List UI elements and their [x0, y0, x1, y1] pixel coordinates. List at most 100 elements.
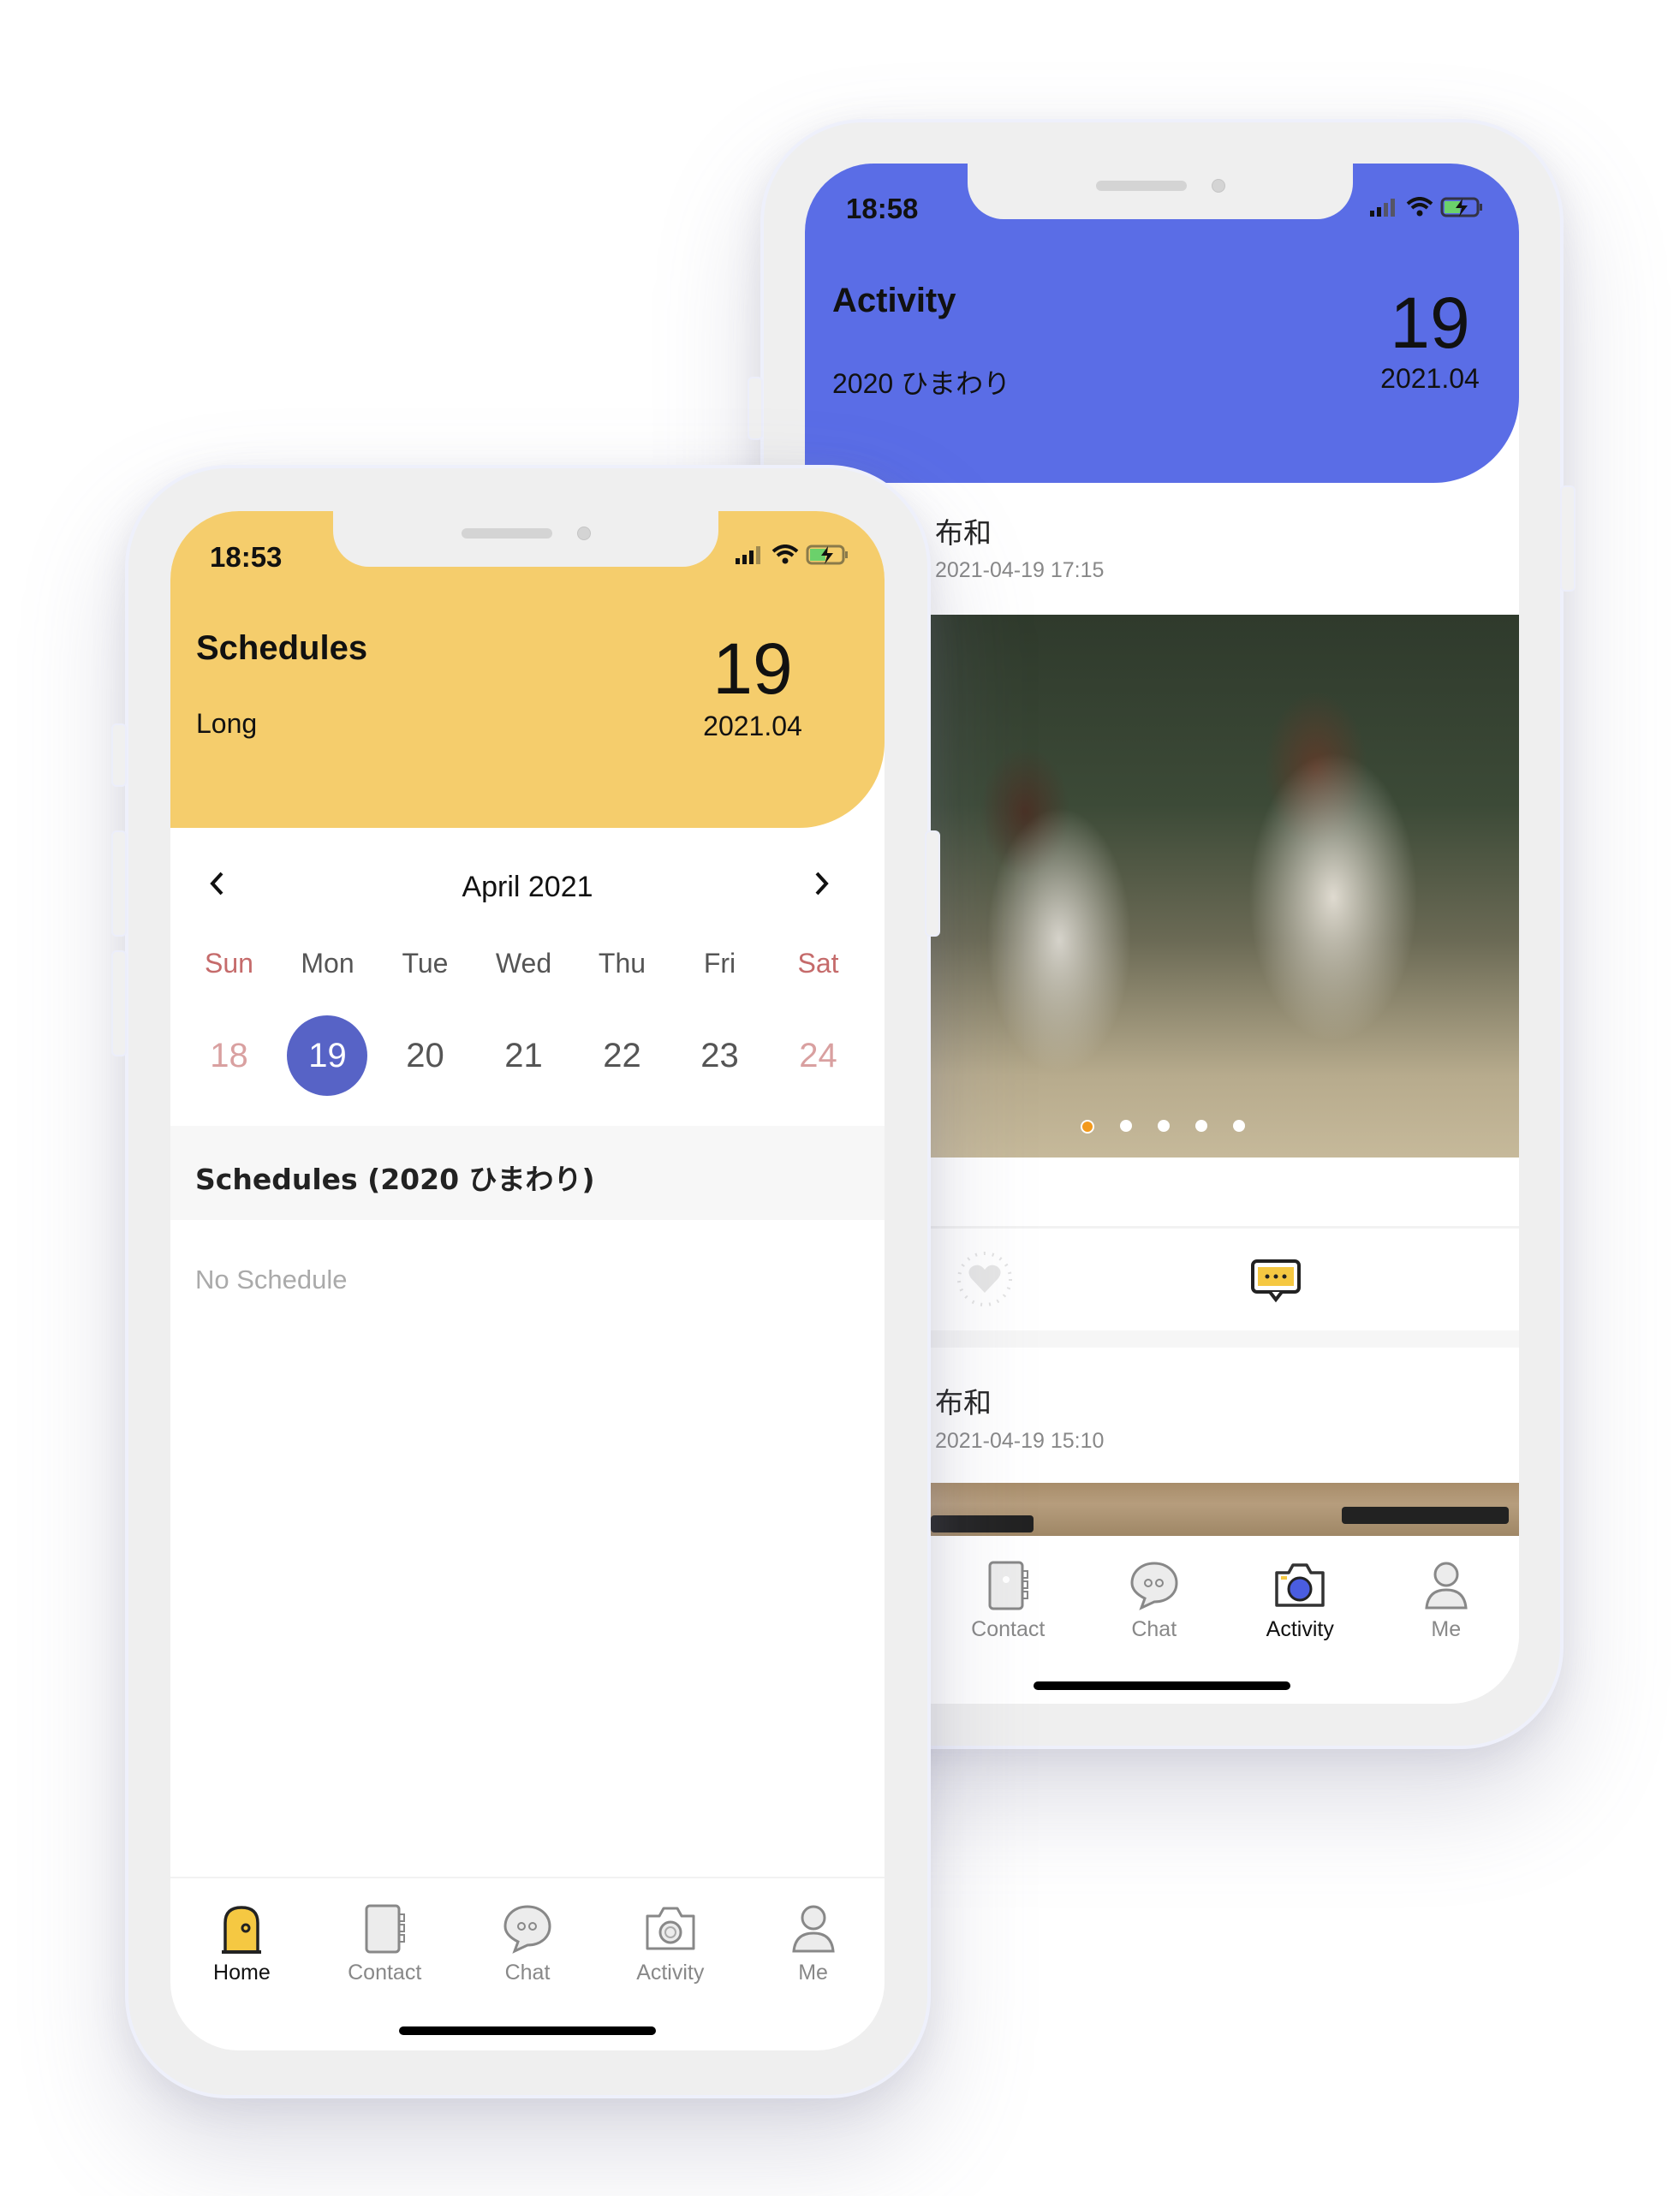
- day-cell[interactable]: 20: [376, 1015, 474, 1096]
- signal-icon: [1370, 199, 1395, 217]
- tab-label: Chat: [1131, 1617, 1177, 1641]
- day-cell[interactable]: 24: [769, 1015, 867, 1096]
- header-title: Schedules: [196, 629, 368, 667]
- person-icon: [1425, 1562, 1468, 1610]
- tab-label: Me: [798, 1961, 828, 1985]
- tab-me[interactable]: Me: [1373, 1559, 1520, 1642]
- weekday-thu: Thu: [598, 948, 646, 979]
- right-tabbar: Contact Chat Activity Me: [935, 1559, 1519, 1642]
- header-title: Activity: [832, 282, 956, 319]
- day-cell[interactable]: 18: [180, 1015, 278, 1096]
- header-day: 19: [712, 628, 793, 709]
- schedules-section-header: Schedules (2020 ひまわり): [170, 1126, 885, 1220]
- battery-charging-icon: [806, 545, 848, 565]
- tab-label: Activity: [636, 1961, 705, 1985]
- speaker: [1096, 181, 1187, 191]
- contact-book-icon: [365, 1904, 406, 1954]
- carousel-dot-active[interactable]: [1081, 1120, 1094, 1134]
- wifi-icon: [1406, 197, 1433, 217]
- tab-me[interactable]: Me: [742, 1902, 885, 1985]
- carousel-dots: [1081, 1120, 1245, 1134]
- tab-activity[interactable]: Activity: [599, 1902, 742, 1985]
- swing-seat: [1342, 1507, 1509, 1524]
- signal-icon: [736, 546, 760, 564]
- next-month-button[interactable]: [808, 869, 843, 903]
- schedules-section-title: Schedules (2020 ひまわり): [195, 1163, 595, 1196]
- post-timestamp: 2021-04-19 17:15: [935, 558, 1105, 582]
- day-cell[interactable]: 22: [573, 1015, 671, 1096]
- weekday-mon: Mon: [301, 948, 354, 979]
- tab-activity[interactable]: Activity: [1227, 1559, 1373, 1642]
- tab-label: Home: [213, 1961, 271, 1985]
- weekday-wed: Wed: [495, 948, 552, 979]
- weekday-sat: Sat: [797, 948, 839, 979]
- calendar: April 2021 Sun Mon Tue Wed Thu Fri Sat 1…: [170, 828, 885, 1170]
- post-author: 布和: [935, 1386, 992, 1419]
- left-phone-volume-up: [111, 830, 127, 937]
- left-phone-side-button: [111, 723, 127, 787]
- home-indicator[interactable]: [1034, 1681, 1290, 1690]
- right-notch: [968, 164, 1353, 219]
- header-subtitle: Long: [196, 708, 258, 739]
- tab-contact[interactable]: Contact: [935, 1559, 1081, 1642]
- carousel-dot[interactable]: [1158, 1120, 1170, 1132]
- status-time: 18:58: [846, 193, 919, 224]
- home-indicator[interactable]: [399, 2026, 656, 2035]
- header-year-month: 2021.04: [1380, 363, 1480, 394]
- post-timestamp: 2021-04-19 15:10: [935, 1429, 1105, 1453]
- tab-label: Me: [1431, 1617, 1462, 1641]
- tab-label: Activity: [1266, 1617, 1334, 1641]
- status-icons: [1370, 196, 1485, 218]
- header-day: 19: [1390, 283, 1470, 363]
- front-camera: [577, 527, 591, 540]
- day-cell[interactable]: 21: [474, 1015, 573, 1096]
- battery-charging-icon: [1440, 197, 1482, 217]
- left-notch: [333, 511, 718, 567]
- tab-label: Chat: [504, 1961, 551, 1985]
- carousel-dot[interactable]: [1120, 1120, 1132, 1132]
- header-subtitle: 2020 ひまわり: [832, 368, 1011, 399]
- day-cell[interactable]: 23: [670, 1015, 769, 1096]
- home-door-icon: [222, 1906, 262, 1954]
- status-time: 18:53: [210, 541, 283, 573]
- right-phone-power-button: [1560, 485, 1576, 592]
- status-icons: [736, 544, 850, 566]
- wifi-icon: [771, 545, 799, 564]
- chevron-right-icon: [815, 872, 829, 896]
- front-camera: [1212, 179, 1225, 193]
- left-phone-power-button: [925, 830, 940, 937]
- tab-contact[interactable]: Contact: [313, 1902, 456, 1985]
- chat-bubble-icon: [1130, 1562, 1178, 1610]
- month-label: April 2021: [462, 871, 593, 903]
- contact-book-icon: [988, 1561, 1029, 1610]
- post-author: 布和: [935, 516, 992, 550]
- weekday-fri: Fri: [703, 948, 736, 979]
- like-button[interactable]: [955, 1249, 1015, 1309]
- tab-label: Contact: [348, 1961, 422, 1985]
- header-year-month: 2021.04: [703, 711, 802, 741]
- carousel-dot[interactable]: [1233, 1120, 1245, 1132]
- right-phone-side-button: [748, 377, 763, 440]
- person-icon: [791, 1905, 835, 1953]
- camera-icon: [646, 1907, 695, 1950]
- comment-button[interactable]: [1246, 1251, 1306, 1311]
- tab-chat[interactable]: Chat: [1081, 1559, 1228, 1642]
- weekday-sun: Sun: [205, 948, 253, 979]
- swing-seat: [931, 1515, 1034, 1532]
- speaker: [462, 528, 552, 539]
- weekday-tue: Tue: [402, 948, 449, 979]
- carousel-dot[interactable]: [1195, 1120, 1207, 1132]
- tab-label: Contact: [971, 1617, 1046, 1641]
- day-cell-selected[interactable]: 19: [278, 1015, 377, 1096]
- camera-icon: [1275, 1563, 1325, 1607]
- post-photo[interactable]: [931, 1483, 1519, 1536]
- heart-icon: [957, 1252, 1012, 1306]
- post-photo[interactable]: [931, 615, 1519, 1158]
- tab-home[interactable]: Home: [170, 1902, 313, 1985]
- chat-bubble-icon: [503, 1905, 551, 1954]
- tab-chat[interactable]: Chat: [456, 1902, 599, 1985]
- left-phone-screen: 18:53 Schedules Long 19 2021.04 April 20…: [170, 511, 885, 2050]
- left-phone-volume-down: [111, 950, 127, 1056]
- comment-icon: [1251, 1259, 1301, 1303]
- no-schedule-text: No Schedule: [195, 1265, 348, 1294]
